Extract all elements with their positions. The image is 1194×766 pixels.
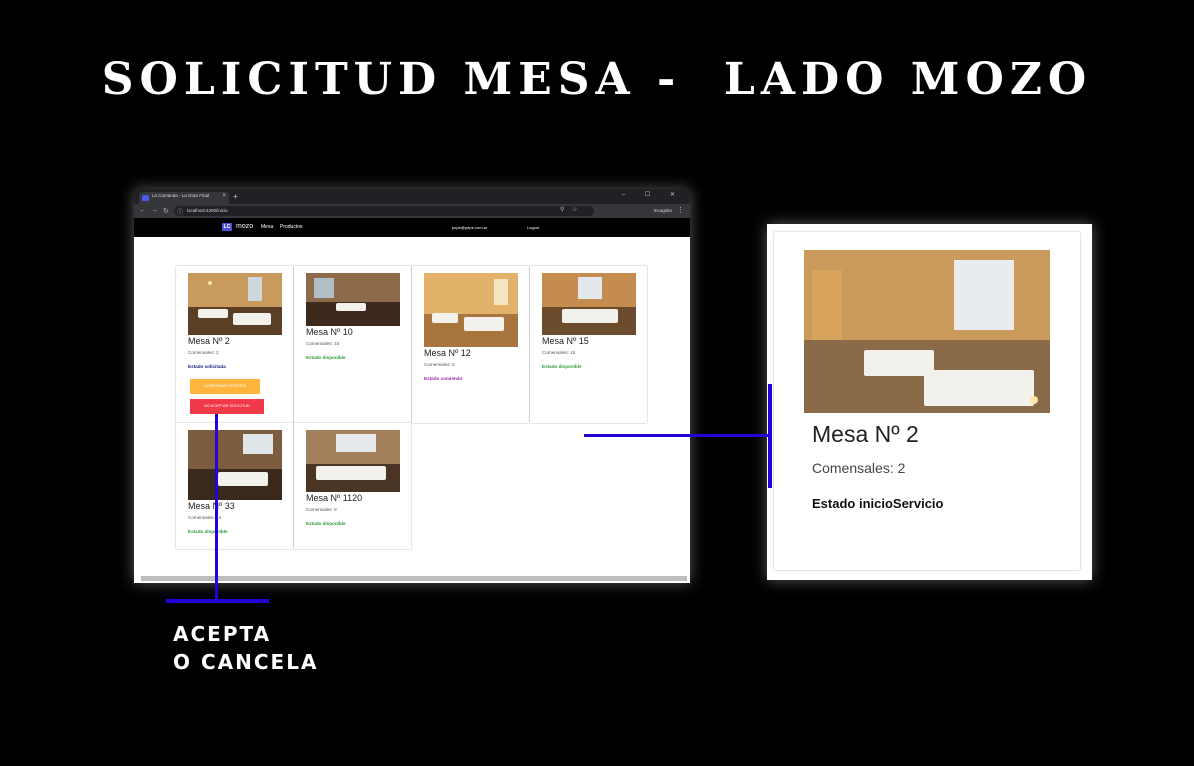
restaurant-photo — [424, 273, 518, 347]
restaurant-photo — [804, 250, 1050, 413]
caption-line-1: ACEPTA — [173, 622, 272, 646]
nav-productos[interactable]: Productos — [280, 224, 303, 230]
card-title: Mesa Nº 1120 — [306, 493, 363, 503]
window-controls[interactable]: – ☐ ✕ — [622, 191, 684, 198]
table-card: Mesa Nº 2 Comensales: 2 Estado solicitad… — [176, 266, 293, 423]
card-status: Estado disponible — [306, 355, 346, 360]
card-title: Mesa Nº 33 — [188, 501, 235, 511]
reload-icon[interactable]: ↻ — [163, 207, 169, 215]
tab-bar: La Comanda - La Gran Final × + – ☐ ✕ — [134, 189, 690, 204]
zoomed-card-comensales: Comensales: 2 — [812, 460, 906, 476]
bookmark-star-icon[interactable]: ☆ — [572, 206, 577, 213]
table-card: Mesa Nº 12 Comensales: 5 Estado comiendo — [412, 266, 529, 423]
browser-menu-icon[interactable]: ⋮ — [677, 206, 684, 214]
logout-link[interactable]: Logout — [527, 225, 539, 230]
info-icon: ⓘ — [177, 210, 184, 216]
table-card: Mesa Nº 1120 Comensales: 8 Estado dispon… — [294, 423, 411, 549]
restaurant-photo — [306, 430, 400, 492]
confirm-reservation-button[interactable]: CONFIRMAR RESERVA — [190, 379, 260, 394]
zoomed-table-card: Mesa Nº 2 Comensales: 2 Estado inicioSer… — [774, 232, 1080, 570]
card-status: Estado disponible — [306, 521, 346, 526]
restaurant-photo — [188, 430, 282, 500]
restaurant-photo — [188, 273, 282, 335]
new-tab-icon[interactable]: + — [233, 192, 238, 201]
app-logo[interactable]: LC — [222, 223, 232, 231]
card-title: Mesa Nº 12 — [424, 348, 471, 358]
caption: ACEPTA O CANCELA — [173, 620, 318, 676]
brand-name: mozo — [236, 223, 254, 230]
card-status: Estado solicitada — [188, 364, 226, 369]
connector-line-horizontal — [166, 599, 269, 603]
slide-title: SOLICITUD MESA - LADO MOZO — [101, 54, 1093, 105]
incognito-label: Incognito — [653, 208, 672, 213]
close-tab-icon[interactable]: × — [222, 193, 226, 199]
reject-request-button[interactable]: NO ACEPTAR SOLICITUD — [190, 399, 264, 414]
connector-line — [584, 434, 770, 437]
user-email: pepe@pepe.com.ar — [452, 225, 488, 230]
connector-bracket — [768, 384, 772, 488]
url-text: localhost:4200/inicio — [187, 208, 228, 213]
app-navbar: LC mozo Mesa Productos pepe@pepe.com.ar … — [134, 218, 690, 237]
tab-title: La Comanda - La Gran Final — [152, 193, 210, 198]
card-status: Estado disponible — [542, 364, 582, 369]
horizontal-scrollbar[interactable] — [141, 576, 687, 581]
browser-tab[interactable]: La Comanda - La Gran Final × — [139, 192, 229, 204]
card-comensales: Comensales: 2 — [188, 350, 219, 355]
card-title: Mesa Nº 15 — [542, 336, 589, 346]
zoomed-card-title: Mesa Nº 2 — [812, 421, 919, 447]
card-status: Estado comiendo — [424, 376, 463, 381]
back-icon[interactable]: ← — [139, 207, 146, 214]
zoomed-card-status: Estado inicioServicio — [812, 496, 944, 511]
card-comensales: Comensales: 5 — [424, 362, 455, 367]
address-bar: ← → ↻ ⓘ localhost:4200/inicio ⚲ ☆ Incogn… — [134, 204, 690, 218]
zoom-icon[interactable]: ⚲ — [560, 206, 564, 213]
table-card: Mesa Nº 15 Comensales: 15 Estado disponi… — [530, 266, 647, 423]
nav-mesa[interactable]: Mesa — [261, 224, 273, 230]
restaurant-photo — [306, 273, 400, 326]
card-comensales: Comensales: 15 — [542, 350, 576, 355]
table-card: Mesa Nº 10 Comensales: 10 Estado disponi… — [294, 266, 411, 423]
favicon-icon — [142, 195, 149, 201]
zoomed-card-panel: Mesa Nº 2 Comensales: 2 Estado inicioSer… — [767, 224, 1092, 580]
card-comensales: Comensales: 10 — [306, 341, 340, 346]
card-title: Mesa Nº 10 — [306, 327, 353, 337]
restaurant-photo — [542, 273, 636, 335]
card-comensales: Comensales: 8 — [306, 507, 337, 512]
card-title: Mesa Nº 2 — [188, 336, 230, 346]
connector-line-vertical — [215, 414, 218, 602]
table-card: Mesa Nº 33 Comensales: 14 Estado disponi… — [176, 423, 293, 549]
forward-icon[interactable]: → — [151, 207, 158, 214]
url-input[interactable]: ⓘ localhost:4200/inicio ⚲ ☆ — [174, 206, 594, 216]
card-status: Estado disponible — [188, 529, 228, 534]
caption-line-2: O CANCELA — [173, 650, 319, 674]
